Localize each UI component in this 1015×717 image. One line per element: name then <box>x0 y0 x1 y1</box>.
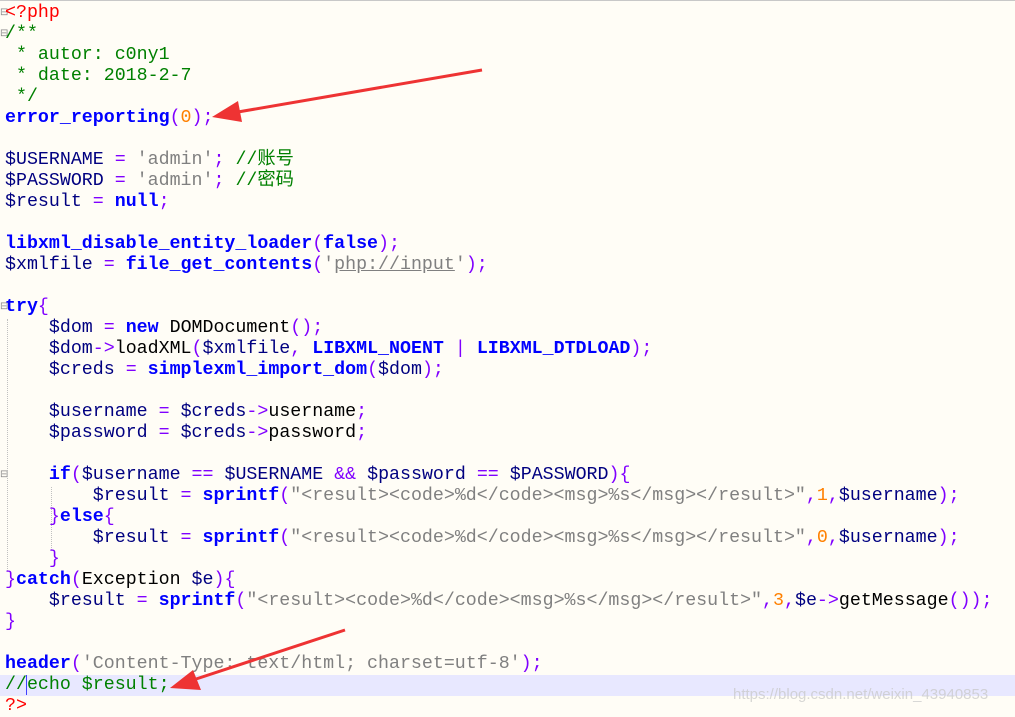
arrow-echo-result <box>170 628 346 690</box>
annotation-arrows <box>170 68 483 690</box>
arrow-error-reporting <box>212 68 483 122</box>
watermark: https://blog.csdn.net/weixin_43940853 <box>733 686 989 703</box>
